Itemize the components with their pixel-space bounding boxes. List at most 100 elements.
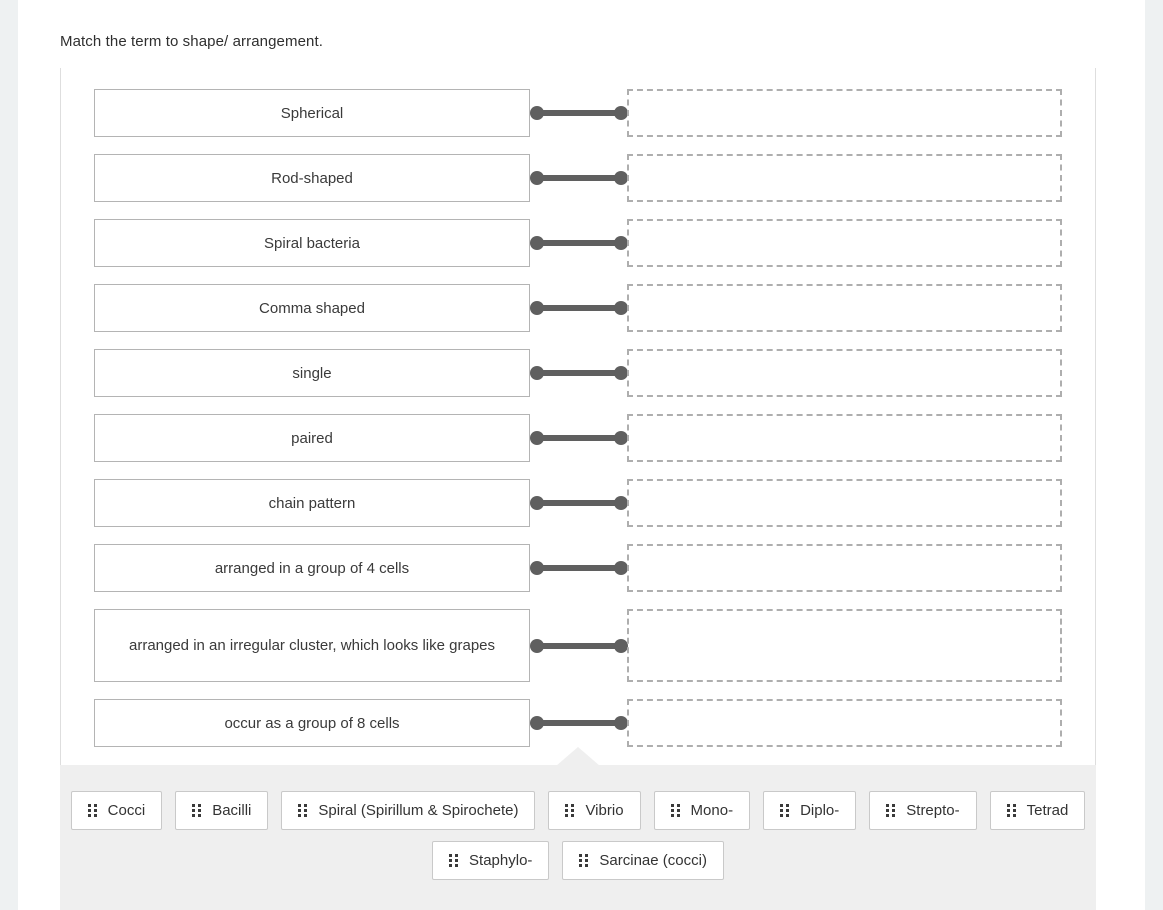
drag-handle-icon[interactable] (886, 804, 896, 817)
term-box: paired (94, 414, 530, 462)
drag-handle-icon[interactable] (87, 804, 97, 817)
match-row: Spiral bacteria (60, 219, 1096, 267)
connector-dot-left (530, 561, 544, 575)
match-row: Rod-shaped (60, 154, 1096, 202)
connector-dot-left (530, 366, 544, 380)
match-row: single (60, 349, 1096, 397)
term-label: Comma shaped (259, 299, 365, 317)
term-box: Spherical (94, 89, 530, 137)
connector-dot-left (530, 236, 544, 250)
connector-dot-left (530, 301, 544, 315)
answer-chip[interactable]: Cocci (70, 791, 163, 830)
term-box: occur as a group of 8 cells (94, 699, 530, 747)
connector-line (530, 716, 628, 730)
match-row: paired (60, 414, 1096, 462)
connector-dot-right (614, 366, 628, 380)
answer-chip-label: Sarcinae (cocci) (599, 852, 707, 869)
term-box: single (94, 349, 530, 397)
answer-chip-label: Bacilli (212, 802, 252, 819)
drop-zone[interactable] (627, 609, 1062, 682)
term-box: Comma shaped (94, 284, 530, 332)
answer-chip[interactable]: Staphylo- (432, 841, 550, 880)
answer-chip-label: Strepto- (906, 802, 960, 819)
term-label: Spherical (280, 104, 344, 122)
connector-dot-left (530, 431, 544, 445)
drop-zone[interactable] (627, 349, 1062, 397)
drop-zone[interactable] (627, 284, 1062, 332)
connector-line (530, 236, 628, 250)
matching-area: Spherical Rod-shaped Spiral bacteria Comma … (60, 68, 1096, 765)
drag-handle-icon[interactable] (670, 804, 680, 817)
drag-handle-icon[interactable] (579, 854, 589, 867)
drop-zone[interactable] (627, 219, 1062, 267)
drop-zone[interactable] (627, 154, 1062, 202)
connector-line (530, 561, 628, 575)
connector-dot-right (614, 638, 628, 653)
term-label: arranged in an irregular cluster, which … (128, 637, 496, 654)
connector-bar (543, 110, 615, 116)
connector-dot-left (530, 106, 544, 120)
answer-chip[interactable]: Tetrad (989, 791, 1086, 830)
connector-dot-right (614, 561, 628, 575)
drop-zone[interactable] (627, 479, 1062, 527)
question-page: Match the term to shape/ arrangement. Sp… (0, 0, 1163, 910)
connector-line (530, 638, 628, 653)
drag-handle-icon[interactable] (780, 804, 790, 817)
term-label: Spiral bacteria (264, 234, 360, 252)
answer-chip-label: Staphylo- (469, 852, 533, 869)
drop-zone[interactable] (627, 544, 1062, 592)
drag-handle-icon[interactable] (1006, 804, 1016, 817)
answer-chip[interactable]: Bacilli (175, 791, 269, 830)
drop-zone[interactable] (627, 89, 1062, 137)
match-row: arranged in a group of 4 cells (60, 544, 1096, 592)
connector-line (530, 431, 628, 445)
term-label: occur as a group of 8 cells (224, 714, 400, 732)
term-box: chain pattern (94, 479, 530, 527)
drag-handle-icon[interactable] (565, 804, 575, 817)
drag-handle-icon[interactable] (192, 804, 202, 817)
term-box: Rod-shaped (94, 154, 530, 202)
connector-line (530, 301, 628, 315)
term-label: arranged in a group of 4 cells (214, 559, 410, 577)
connector-dot-right (614, 301, 628, 315)
connector-bar (543, 240, 615, 246)
connector-line (530, 496, 628, 510)
match-row: arranged in an irregular cluster, which … (60, 609, 1096, 682)
connector-dot-left (530, 171, 544, 185)
answer-bank-list: Cocci Bacilli Spiral (Spirillum & Spiroche… (60, 765, 1096, 880)
term-box: Spiral bacteria (94, 219, 530, 267)
answer-chip[interactable]: Mono- (653, 791, 751, 830)
answer-chip-label: Diplo- (800, 802, 840, 819)
connector-dot-right (614, 431, 628, 445)
connector-dot-right (614, 106, 628, 120)
connector-line (530, 171, 628, 185)
drop-zone[interactable] (627, 414, 1062, 462)
connector-bar (543, 565, 615, 571)
connector-bar (543, 500, 615, 506)
connector-bar (543, 435, 615, 441)
answer-bank-tray: Cocci Bacilli Spiral (Spirillum & Spiroche… (60, 765, 1096, 910)
page-title: Match the term to shape/ arrangement. (60, 33, 323, 50)
connector-dot-right (614, 716, 628, 730)
connector-bar (543, 175, 615, 181)
drag-handle-icon[interactable] (449, 854, 459, 867)
connector-dot-left (530, 716, 544, 730)
connector-bar (543, 370, 615, 376)
answer-chip[interactable]: Sarcinae (cocci) (562, 841, 724, 880)
term-box: arranged in a group of 4 cells (94, 544, 530, 592)
answer-chip-label: Cocci (107, 802, 146, 819)
answer-chip[interactable]: Diplo- (763, 791, 857, 830)
answer-chip[interactable]: Spiral (Spirillum & Spirochete) (281, 791, 536, 830)
answer-chip-label: Tetrad (1026, 802, 1069, 819)
connector-dot-right (614, 236, 628, 250)
connector-bar (543, 642, 615, 649)
term-label: single (292, 364, 332, 382)
answer-chip-label: Vibrio (585, 802, 624, 819)
answer-chip[interactable]: Vibrio (548, 791, 641, 830)
answer-chip-label: Spiral (Spirillum & Spirochete) (318, 802, 519, 819)
drop-zone[interactable] (627, 699, 1062, 747)
answer-chip[interactable]: Strepto- (869, 791, 977, 830)
connector-dot-left (530, 638, 544, 653)
connector-bar (543, 720, 615, 726)
drag-handle-icon[interactable] (298, 804, 308, 817)
